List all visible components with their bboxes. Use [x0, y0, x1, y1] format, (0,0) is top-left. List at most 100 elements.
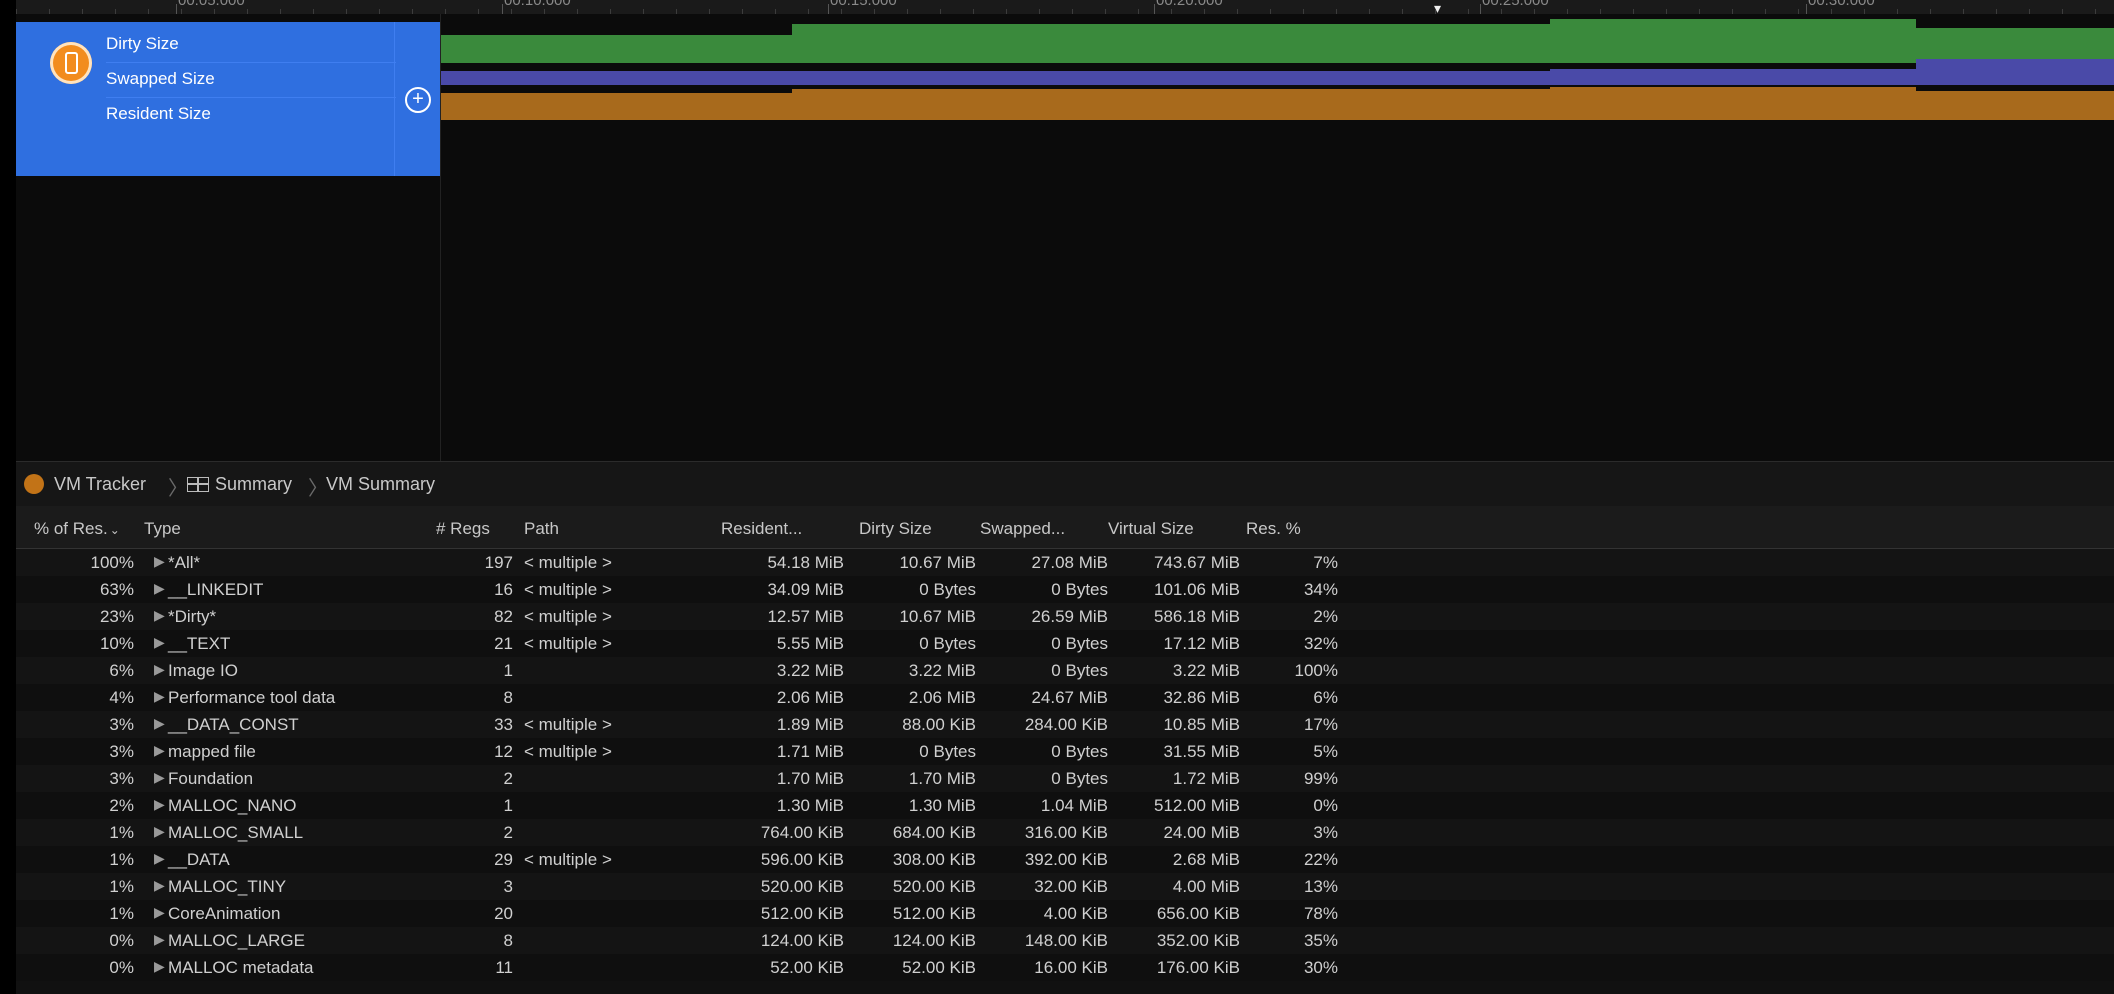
- table-row[interactable]: ▶ 1% __DATA 29 < multiple > 596.00 KiB 308.00 …: [16, 846, 2114, 873]
- cell-regs: 29: [494, 850, 513, 869]
- column-header-path[interactable]: Path: [524, 519, 559, 539]
- cell-dirty-size: 10.67 MiB: [899, 607, 976, 626]
- cell-dirty-size: 1.70 MiB: [908, 769, 976, 788]
- cell-virtual-size: 352.00 KiB: [1156, 931, 1240, 950]
- cell-type: __TEXT: [168, 634, 231, 653]
- table-row[interactable]: ▶ 0% MALLOC_LARGE 8 124.00 KiB 124.00 KiB 148.…: [16, 927, 2114, 954]
- ruler-major-tick: [1480, 4, 1481, 14]
- disclosure-triangle-icon[interactable]: ▶: [154, 904, 165, 921]
- plus-circle-icon[interactable]: +: [405, 87, 431, 113]
- disclosure-triangle-icon[interactable]: ▶: [154, 607, 165, 624]
- ruler-time-label: 00:25.000: [1482, 0, 1549, 9]
- table-row[interactable]: ▶ 1% CoreAnimation 20 512.00 KiB 512.00 KiB 4.…: [16, 900, 2114, 927]
- cell-path: < multiple >: [524, 607, 612, 626]
- column-header-regs[interactable]: # Regs: [436, 519, 490, 539]
- vm-summary-table: % of Res. ⌄ Type # Regs Path Resident... …: [16, 506, 2114, 994]
- cell-regs: 8: [503, 931, 513, 950]
- cell-resident: 124.00 KiB: [760, 931, 844, 950]
- disclosure-triangle-icon[interactable]: ▶: [154, 769, 165, 786]
- table-row[interactable]: ▶ 3% Foundation 2 1.70 MiB 1.70 MiB 0 Bytes 1.7…: [16, 765, 2114, 792]
- disclosure-triangle-icon[interactable]: ▶: [154, 823, 165, 840]
- cell-type: Image IO: [168, 661, 238, 680]
- disclosure-triangle-icon[interactable]: ▶: [154, 661, 165, 678]
- table-row[interactable]: ▶ 3% __DATA_CONST 33 < multiple > 1.89 MiB 88.…: [16, 711, 2114, 738]
- timeline-ruler[interactable]: ▾ 00:05.000 00:10.000 00:15.000 00:20.000 00…: [16, 0, 2114, 15]
- cell-swapped: 284.00 KiB: [1024, 715, 1108, 734]
- disclosure-triangle-icon[interactable]: ▶: [154, 688, 165, 705]
- cell-pct-of-res: 1%: [109, 877, 134, 896]
- cell-regs: 20: [494, 904, 513, 923]
- cell-res-pct: 5%: [1313, 742, 1338, 761]
- disclosure-triangle-icon[interactable]: ▶: [154, 877, 165, 894]
- cell-dirty-size: 1.30 MiB: [908, 796, 976, 815]
- cell-dirty-size: 2.06 MiB: [908, 688, 976, 707]
- track-header-vm-tracker[interactable]: Dirty Size Swapped Size Resident Size +: [16, 22, 440, 176]
- cell-swapped: 0 Bytes: [1051, 634, 1108, 653]
- ruler-major-tick: [1806, 4, 1807, 14]
- cell-swapped: 1.04 MiB: [1040, 796, 1108, 815]
- table-row[interactable]: ▶ 100% *All* 197 < multiple > 54.18 MiB 10.67 …: [16, 549, 2114, 576]
- cell-res-pct: 100%: [1294, 661, 1338, 680]
- cell-dirty-size: 0 Bytes: [919, 742, 976, 761]
- cell-dirty-size: 88.00 KiB: [902, 715, 976, 734]
- disclosure-triangle-icon[interactable]: ▶: [154, 931, 165, 948]
- cell-regs: 1: [503, 796, 513, 815]
- table-body: ▶ 100% *All* 197 < multiple > 54.18 MiB 10.67 …: [16, 549, 2114, 981]
- table-row[interactable]: ▶ 4% Performance tool data 8 2.06 MiB 2.06 Mi…: [16, 684, 2114, 711]
- column-header-res-pct[interactable]: Res. %: [1246, 519, 1301, 539]
- breadcrumb-item-summary[interactable]: Summary: [215, 474, 292, 495]
- table-row[interactable]: ▶ 1% MALLOC_TINY 3 520.00 KiB 520.00 KiB 32.00…: [16, 873, 2114, 900]
- cell-pct-of-res: 1%: [109, 850, 134, 869]
- cell-path: < multiple >: [524, 580, 612, 599]
- column-header-type[interactable]: Type: [144, 519, 181, 539]
- cell-swapped: 316.00 KiB: [1024, 823, 1108, 842]
- disclosure-triangle-icon[interactable]: ▶: [154, 958, 165, 975]
- cell-path: < multiple >: [524, 850, 612, 869]
- table-row[interactable]: ▶ 0% MALLOC metadata 11 52.00 KiB 52.00 KiB 16…: [16, 954, 2114, 981]
- disclosure-triangle-icon[interactable]: ▶: [154, 742, 165, 759]
- cell-virtual-size: 24.00 MiB: [1163, 823, 1240, 842]
- cell-swapped: 27.08 MiB: [1031, 553, 1108, 572]
- table-row[interactable]: ▶ 6% Image IO 1 3.22 MiB 3.22 MiB 0 Bytes 3.22 …: [16, 657, 2114, 684]
- disclosure-triangle-icon[interactable]: ▶: [154, 715, 165, 732]
- track-label-dirty-size: Dirty Size: [106, 34, 179, 53]
- column-header-virtual-size[interactable]: Virtual Size: [1108, 519, 1194, 539]
- breadcrumb-item-vm-tracker[interactable]: VM Tracker: [54, 474, 146, 495]
- table-row[interactable]: ▶ 63% __LINKEDIT 16 < multiple > 34.09 MiB 0 B…: [16, 576, 2114, 603]
- dirty-size-graph: [441, 19, 2114, 63]
- disclosure-triangle-icon[interactable]: ▶: [154, 634, 165, 651]
- table-row[interactable]: ▶ 1% MALLOC_SMALL 2 764.00 KiB 684.00 KiB 316.…: [16, 819, 2114, 846]
- cell-virtual-size: 101.06 MiB: [1154, 580, 1240, 599]
- column-header-swapped[interactable]: Swapped...: [980, 519, 1065, 539]
- cell-regs: 11: [495, 958, 513, 977]
- table-row[interactable]: ▶ 2% MALLOC_NANO 1 1.30 MiB 1.30 MiB 1.04 MiB 5…: [16, 792, 2114, 819]
- ruler-major-tick: [828, 4, 829, 14]
- cell-pct-of-res: 10%: [99, 634, 134, 653]
- disclosure-triangle-icon[interactable]: ▶: [154, 796, 165, 813]
- breadcrumb-item-vm-summary[interactable]: VM Summary: [326, 474, 435, 495]
- ruler-time-label: 00:20.000: [1156, 0, 1223, 9]
- cell-res-pct: 6%: [1313, 688, 1338, 707]
- column-header-pct-of-res[interactable]: % of Res. ⌄: [34, 519, 120, 539]
- cell-dirty-size: 10.67 MiB: [899, 553, 976, 572]
- cell-type: Foundation: [168, 769, 254, 788]
- cell-swapped: 0 Bytes: [1051, 769, 1108, 788]
- table-row[interactable]: ▶ 23% *Dirty* 82 < multiple > 12.57 MiB 10.67 …: [16, 603, 2114, 630]
- column-header-dirty-size[interactable]: Dirty Size: [859, 519, 932, 539]
- table-row[interactable]: ▶ 3% mapped file 12 < multiple > 1.71 MiB 0 By…: [16, 738, 2114, 765]
- cell-pct-of-res: 3%: [109, 715, 134, 734]
- cell-virtual-size: 10.85 MiB: [1163, 715, 1240, 734]
- cell-res-pct: 32%: [1303, 634, 1338, 653]
- cell-swapped: 26.59 MiB: [1031, 607, 1108, 626]
- resident-size-graph: [441, 87, 2114, 120]
- cell-pct-of-res: 23%: [99, 607, 134, 626]
- cell-type: MALLOC_TINY: [168, 877, 287, 896]
- disclosure-triangle-icon[interactable]: ▶: [154, 850, 165, 867]
- disclosure-triangle-icon[interactable]: ▶: [154, 553, 165, 570]
- cell-regs: 8: [503, 688, 513, 707]
- column-header-resident[interactable]: Resident...: [721, 519, 802, 539]
- table-row[interactable]: ▶ 10% __TEXT 21 < multiple > 5.55 MiB 0 Bytes 0…: [16, 630, 2114, 657]
- track-graph-area[interactable]: [440, 14, 2114, 461]
- disclosure-triangle-icon[interactable]: ▶: [154, 580, 165, 597]
- cell-path: < multiple >: [524, 715, 612, 734]
